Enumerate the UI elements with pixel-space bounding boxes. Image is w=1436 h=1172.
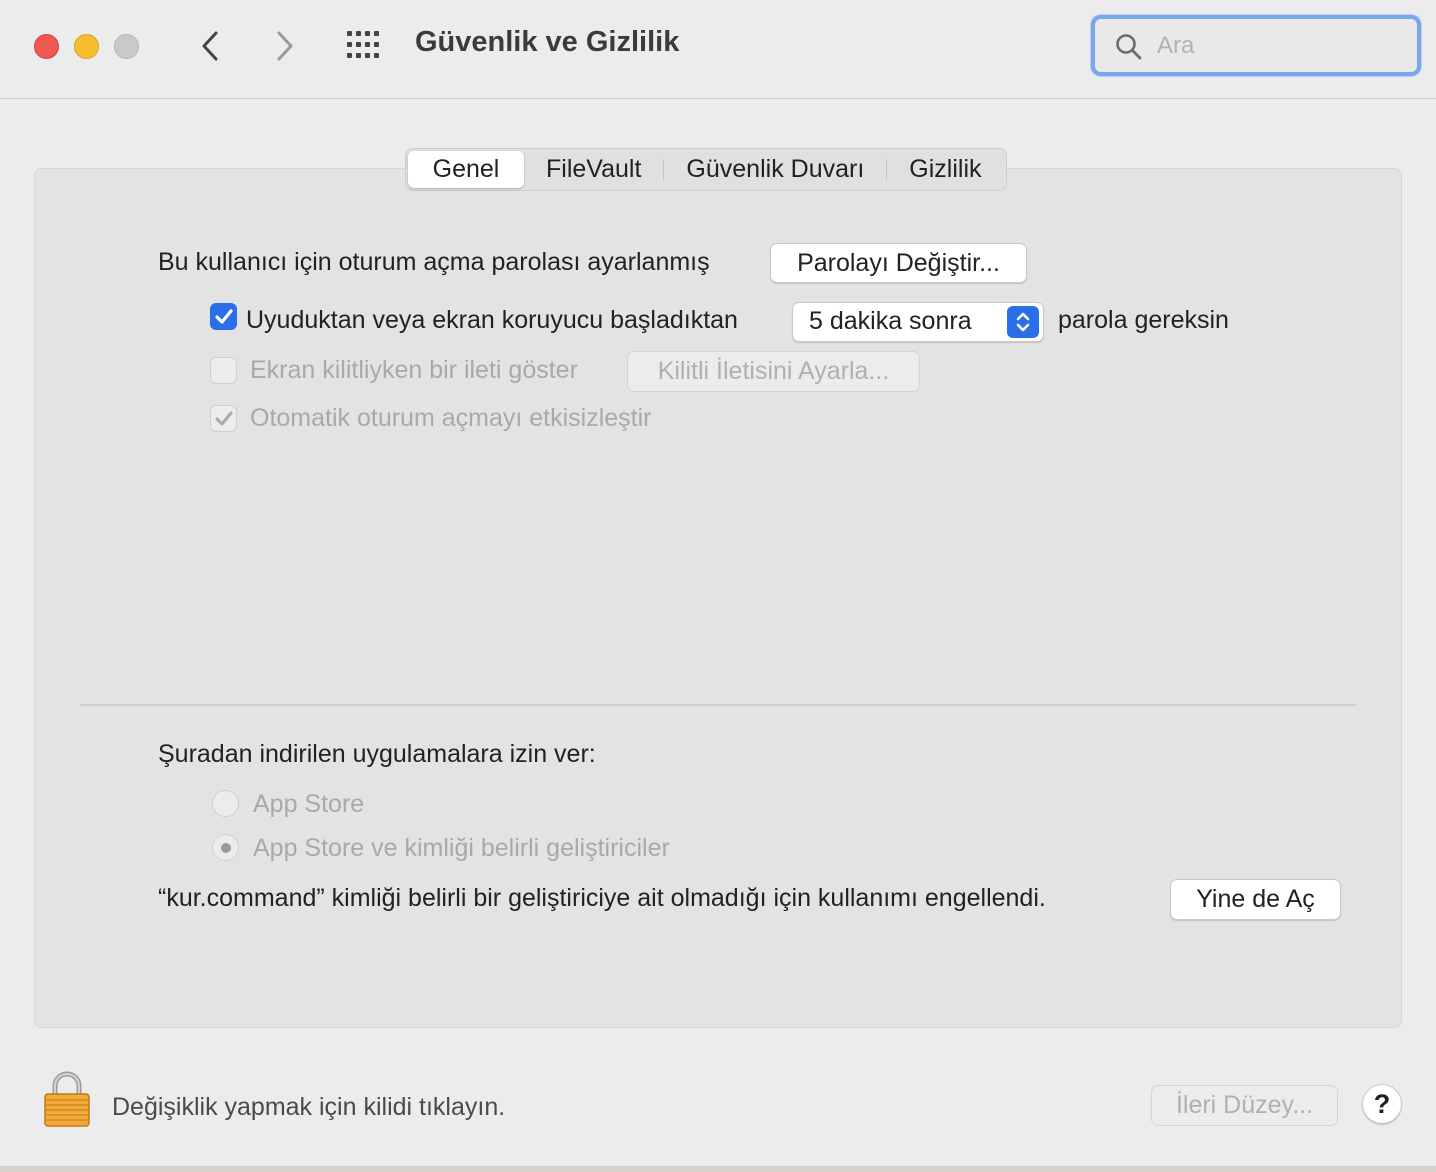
- blocked-app-message: “kur.command” kimliği belirli bir gelişt…: [158, 884, 1046, 912]
- window-title: Güvenlik ve Gizlilik: [415, 26, 680, 58]
- radio-app-store-identified-label: App Store ve kimliği belirli geliştirici…: [253, 834, 670, 862]
- checkmark-icon: [215, 411, 232, 425]
- desktop-background-strip: [0, 1166, 1436, 1172]
- radio-app-store-label: App Store: [253, 790, 365, 818]
- search-field[interactable]: [1091, 15, 1421, 76]
- open-anyway-button[interactable]: Yine de Aç: [1170, 879, 1341, 920]
- radio-selected-dot: [220, 842, 231, 853]
- chevron-right-icon: [277, 31, 293, 61]
- tab-bar: Genel FileVault Güvenlik Duvarı Gizlilik: [405, 148, 1007, 191]
- tab-filevault[interactable]: FileVault: [524, 151, 663, 188]
- radio-app-store[interactable]: [212, 790, 239, 817]
- toolbar: Güvenlik ve Gizlilik: [0, 0, 1436, 99]
- password-delay-popup[interactable]: 5 dakika sonra: [792, 302, 1044, 342]
- search-input[interactable]: [1157, 31, 1397, 61]
- zoom-window-button[interactable]: [114, 34, 139, 59]
- tab-guvenlik-duvari[interactable]: Güvenlik Duvarı: [664, 151, 886, 188]
- updown-chevron-icon: [1007, 306, 1039, 338]
- change-password-button[interactable]: Parolayı Değiştir...: [770, 243, 1027, 283]
- lock-button[interactable]: [42, 1070, 92, 1128]
- chevron-left-icon: [202, 31, 218, 61]
- require-password-checkbox[interactable]: [210, 303, 237, 330]
- tab-gizlilik[interactable]: Gizlilik: [887, 151, 1003, 188]
- lock-message-checkbox[interactable]: [210, 357, 237, 384]
- lock-instruction-label: Değişiklik yapmak için kilidi tıklayın.: [112, 1093, 506, 1121]
- search-icon: [1116, 34, 1142, 60]
- disable-auto-login-label: Otomatik oturum açmayı etkisizleştir: [250, 404, 652, 432]
- close-window-button[interactable]: [34, 34, 59, 59]
- password-status-label: Bu kullanıcı için oturum açma parolası a…: [158, 248, 710, 276]
- lock-message-label: Ekran kilitliyken bir ileti göster: [250, 356, 578, 384]
- preferences-window: Güvenlik ve Gizlilik Genel FileVault Güv…: [0, 0, 1436, 1166]
- require-password-label: Uyuduktan veya ekran koruyucu başladıkta…: [246, 306, 738, 334]
- padlock-icon: [44, 1071, 90, 1127]
- advanced-button[interactable]: İleri Düzey...: [1151, 1085, 1338, 1126]
- password-delay-value: 5 dakika sonra: [809, 307, 972, 335]
- checkmark-icon: [214, 308, 233, 324]
- minimize-window-button[interactable]: [74, 34, 99, 59]
- back-button[interactable]: [190, 26, 230, 66]
- allow-downloads-heading: Şuradan indirilen uygulamalara izin ver:: [158, 740, 596, 768]
- disable-auto-login-checkbox[interactable]: [210, 405, 237, 432]
- grid-icon: [347, 31, 379, 58]
- radio-app-store-identified[interactable]: [212, 834, 239, 861]
- help-button[interactable]: ?: [1362, 1084, 1402, 1124]
- set-lock-message-button[interactable]: Kilitli İletisini Ayarla...: [627, 351, 920, 392]
- tab-genel[interactable]: Genel: [408, 151, 524, 188]
- show-all-button[interactable]: [345, 30, 385, 60]
- require-password-suffix: parola gereksin: [1058, 306, 1229, 334]
- forward-button[interactable]: [265, 26, 305, 66]
- section-divider: [80, 704, 1356, 706]
